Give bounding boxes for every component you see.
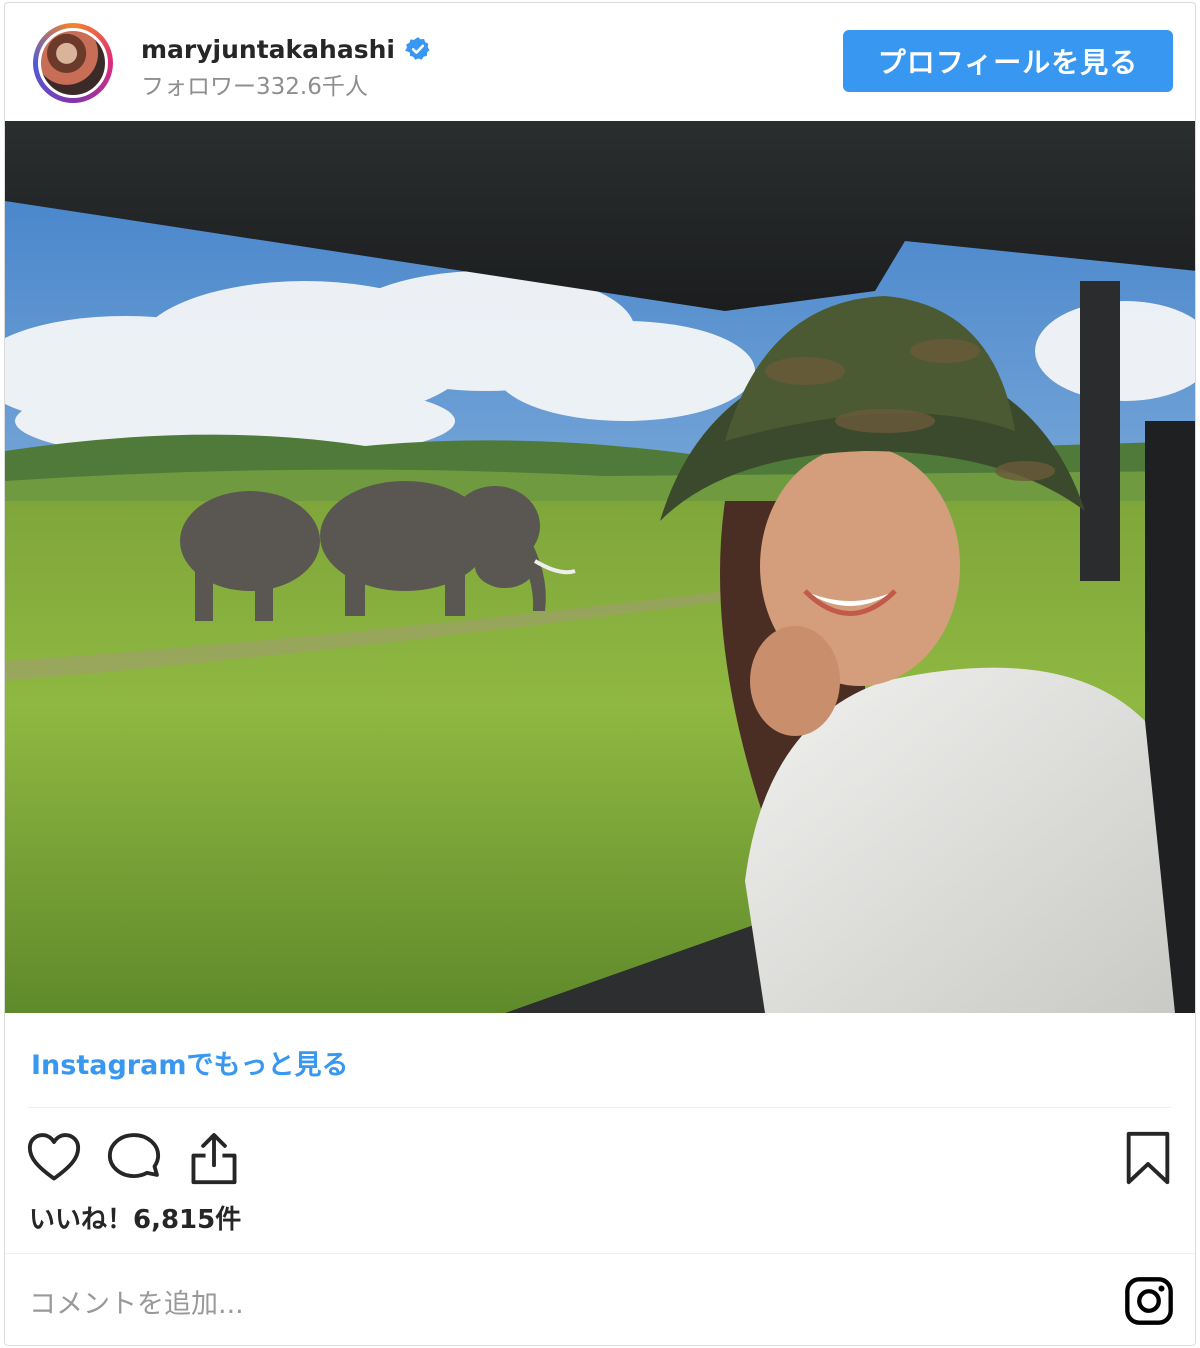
view-more-on-instagram-link[interactable]: Instagramでもっと見る: [31, 1043, 348, 1082]
avatar-image: [38, 28, 108, 98]
instagram-embed-card: maryjuntakahashi フォロワー332.6千人 プロフィールを見る: [4, 2, 1196, 1346]
divider: [5, 1253, 1195, 1254]
instagram-logo-icon[interactable]: [1123, 1275, 1175, 1327]
action-bar: [5, 1113, 1195, 1193]
comment-icon[interactable]: [105, 1129, 163, 1187]
post-header: maryjuntakahashi フォロワー332.6千人 プロフィールを見る: [5, 3, 1195, 121]
username-link[interactable]: maryjuntakahashi: [141, 35, 395, 64]
heart-icon[interactable]: [25, 1129, 83, 1187]
view-profile-button[interactable]: プロフィールを見る: [843, 30, 1173, 92]
comment-input[interactable]: [27, 1275, 1091, 1333]
post-photo[interactable]: [5, 121, 1196, 1013]
verified-badge-icon: [405, 37, 430, 60]
bookmark-icon[interactable]: [1119, 1129, 1177, 1187]
share-icon[interactable]: [185, 1129, 243, 1187]
username-row: maryjuntakahashi: [141, 31, 431, 67]
like-count: いいね！6,815件: [29, 1205, 242, 1235]
avatar[interactable]: [33, 23, 113, 103]
divider: [27, 1107, 1171, 1108]
follower-count: フォロワー332.6千人: [141, 74, 368, 100]
